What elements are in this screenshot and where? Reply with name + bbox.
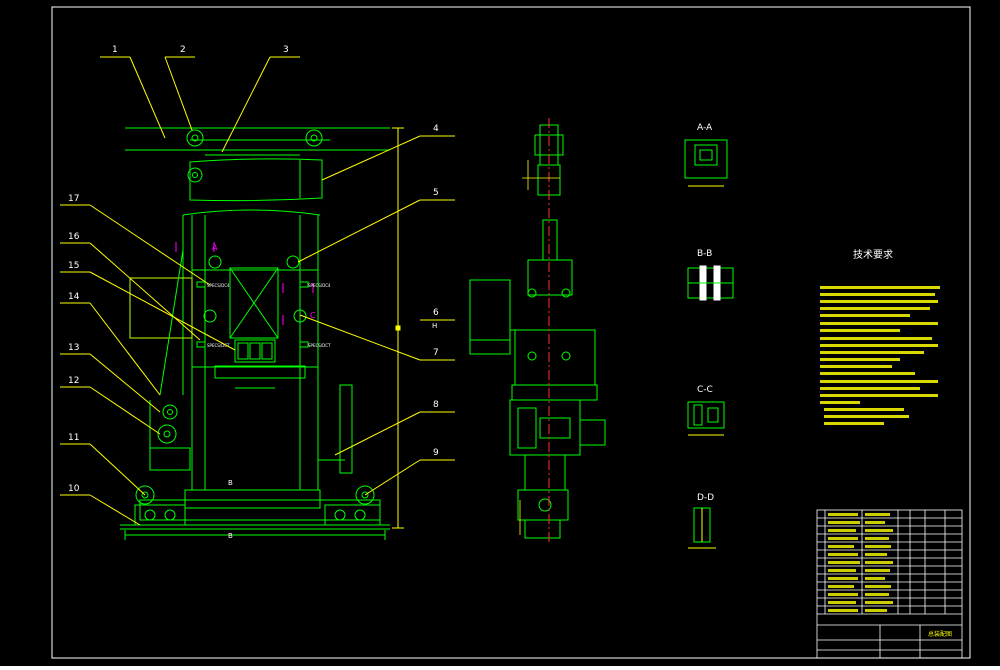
plate-label: SPECS/DC4 bbox=[308, 283, 331, 288]
balloon-1: 1 bbox=[112, 45, 118, 55]
balloon-13: 13 bbox=[68, 343, 79, 353]
section-title-cc: C-C bbox=[697, 385, 713, 395]
balloon-8: 8 bbox=[433, 400, 439, 410]
dim-letter-h: H bbox=[432, 322, 437, 330]
balloon-10: 10 bbox=[68, 484, 80, 494]
plate-label: SPECS/DCT bbox=[207, 343, 230, 348]
balloon-15: 15 bbox=[68, 261, 79, 271]
cad-drawing: 1 2 3 4 5 6 7 8 9 10 11 12 13 14 15 16 1… bbox=[0, 0, 1000, 666]
view-marker-a: A bbox=[212, 243, 218, 252]
balloon-9: 9 bbox=[433, 448, 439, 458]
section-title-bb: B-B bbox=[697, 249, 712, 259]
balloon-11: 11 bbox=[68, 433, 79, 443]
balloon-6: 6 bbox=[433, 308, 439, 318]
balloon-14: 14 bbox=[68, 292, 80, 302]
balloon-16: 16 bbox=[68, 232, 80, 242]
section-title-dd: D-D bbox=[697, 493, 714, 503]
balloon-4: 4 bbox=[433, 124, 439, 134]
balloon-5: 5 bbox=[433, 188, 439, 198]
plate-label: SPECS/DCT bbox=[308, 343, 331, 348]
tech-requirements-title: 技术要求 bbox=[853, 248, 893, 261]
view-marker-c: C bbox=[310, 311, 316, 320]
plate-label: SPECS/DC4 bbox=[207, 283, 230, 288]
dim-letter-b: B bbox=[228, 532, 233, 540]
section-title-aa: A-A bbox=[697, 123, 713, 133]
balloon-12: 12 bbox=[68, 376, 79, 386]
balloon-2: 2 bbox=[180, 45, 186, 55]
balloon-7: 7 bbox=[433, 348, 439, 358]
drawing-sheet: 1 2 3 4 5 6 7 8 9 10 11 12 13 14 15 16 1… bbox=[0, 0, 1000, 666]
balloon-17: 17 bbox=[68, 194, 79, 204]
balloon-3: 3 bbox=[283, 45, 289, 55]
view-marker-b: B bbox=[228, 479, 233, 487]
drawing-name: 总装配图 bbox=[928, 630, 952, 638]
